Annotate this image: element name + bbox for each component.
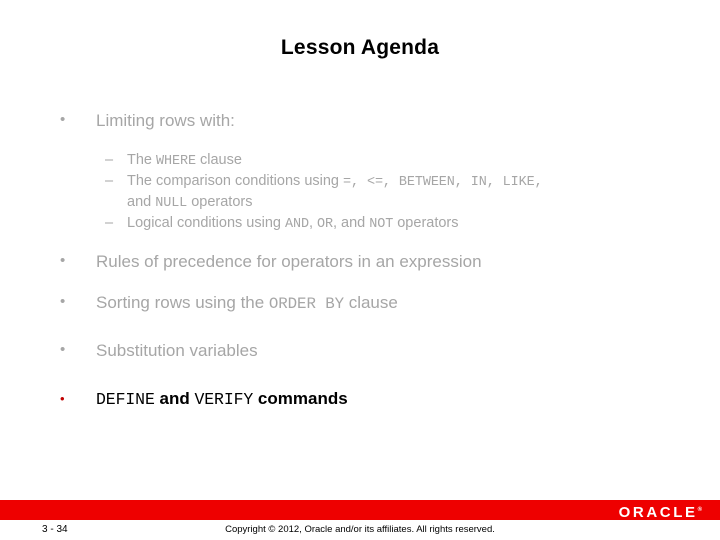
agenda-sub-bullet-line: and NULL operators: [127, 192, 720, 213]
agenda-bullet: • Limiting rows with:: [0, 112, 720, 142]
code-token: ORDER BY: [268, 294, 344, 313]
agenda-sub-bullet-line: The comparison conditions using =, <=, B…: [127, 171, 720, 192]
bullet-marker-icon: •: [60, 292, 66, 310]
agenda-sub-bullet: – The comparison conditions using =, <=, …: [0, 171, 720, 213]
agenda-sub-bullet-line: The WHERE clause: [127, 150, 720, 171]
agenda-bullet-text: Rules of precedence for operators in an …: [96, 251, 482, 271]
copyright-notice: Copyright © 2012, Oracle and/or its affi…: [225, 524, 495, 535]
text-token: Logical conditions using: [127, 215, 285, 232]
agenda-bullet: • Substitution variables: [0, 342, 720, 372]
code-token: NULL: [155, 196, 188, 212]
text-token: commands: [253, 388, 348, 408]
text-token: The comparison conditions using: [127, 173, 344, 190]
agenda-bullet-text: DEFINE and VERIFY commands: [96, 390, 720, 408]
bullet-marker-icon: •: [60, 251, 66, 269]
text-token: clause: [343, 292, 398, 312]
code-token: OR: [317, 217, 333, 233]
agenda-sub-bullet: – Logical conditions using AND, OR, and N…: [0, 213, 720, 234]
code-token: DEFINE: [96, 389, 155, 409]
text-token: operators: [187, 194, 253, 211]
agenda-sub-bullet-line: Logical conditions using AND, OR, and NO…: [127, 213, 720, 234]
agenda-bullet: • DEFINE and VERIFY commands: [0, 390, 720, 420]
dash-marker-icon: –: [105, 215, 114, 232]
text-token: ,: [308, 215, 318, 232]
bullet-marker-icon: •: [60, 340, 66, 358]
page-title: Lesson Agenda: [280, 36, 440, 59]
text-token: , and: [332, 215, 370, 232]
text-token: Sorting rows using the: [96, 292, 269, 312]
agenda-bullet-text: Sorting rows using the ORDER BY clause: [96, 294, 720, 313]
registered-trademark-icon: ®: [697, 507, 702, 513]
agenda-sub-list: – The WHERE clause – The comparison conditi…: [0, 150, 720, 235]
text-token: and: [127, 194, 156, 211]
code-token: AND: [285, 217, 309, 233]
code-token: =, <=, BETWEEN, IN, LIKE,: [343, 175, 543, 191]
text-token: and: [154, 388, 195, 408]
text-token: clause: [195, 152, 242, 168]
agenda-bullet: • Rules of precedence for operators in an…: [0, 253, 720, 283]
oracle-logo-text: ORACLE: [618, 504, 698, 521]
bullet-marker-icon: •: [60, 111, 66, 128]
agenda-sub-bullet: – The WHERE clause: [0, 150, 720, 171]
agenda-list: • Limiting rows with: – The WHERE clause – Th…: [0, 112, 720, 420]
agenda-bullet-text: Substitution variables: [96, 340, 258, 360]
code-token: WHERE: [156, 154, 196, 169]
dash-marker-icon: –: [105, 173, 114, 190]
text-token: The: [127, 152, 157, 168]
agenda-bullet: • Sorting rows using the ORDER BY clause: [0, 294, 720, 324]
code-token: VERIFY: [194, 389, 254, 409]
oracle-logo: ORACLE®: [618, 502, 702, 521]
text-token: operators: [393, 215, 459, 232]
agenda-bullet-text: Limiting rows with:: [96, 111, 235, 130]
footer-red-bar: [0, 500, 720, 520]
code-token: NOT: [369, 217, 394, 233]
dash-marker-icon: –: [105, 152, 114, 168]
bullet-marker-icon: •: [60, 390, 65, 406]
slide: Lesson Agenda • Limiting rows with: – The W…: [0, 0, 720, 540]
